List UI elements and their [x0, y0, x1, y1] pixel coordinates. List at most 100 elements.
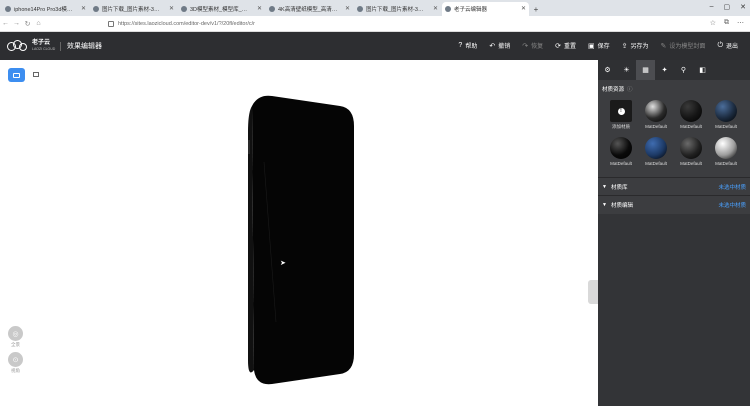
browser-tab-title: 3D模型素材_模型库_在线展示… [190, 7, 251, 13]
effects-icon: ✦ [661, 67, 668, 74]
logo: 老子云 LAOZI CLOUD [7, 39, 55, 53]
3d-viewport[interactable]: ➤ ◎ 全景 ⊙ 视角 [0, 60, 598, 406]
redo-icon: ↷ [522, 42, 529, 50]
add-material-button[interactable]: ! 添加材质 [604, 100, 638, 130]
location-icon: ⚲ [680, 67, 687, 74]
panel-collapse-handle[interactable] [588, 280, 598, 304]
favicon-icon [5, 6, 11, 12]
save-button[interactable]: ▣ 保存 [588, 41, 610, 51]
panel-tab-settings-icon[interactable]: ⚙ [598, 60, 617, 80]
split-view-button[interactable] [32, 70, 40, 78]
accordion-action[interactable]: 未选中材质 [718, 201, 746, 209]
panel-tab-location-icon[interactable]: ⚲ [674, 60, 693, 80]
exit-button[interactable]: ⏻ 退出 [717, 41, 738, 51]
material-label: MatDefault [715, 161, 737, 166]
favicon-icon [93, 6, 99, 12]
browser-tab[interactable]: 图片下载_图片素材-3D模型… ✕ [354, 2, 441, 16]
panel-tab-layers-icon[interactable]: ◧ [693, 60, 712, 80]
panel-tab-effects-icon[interactable]: ✦ [655, 60, 674, 80]
settings-icon: ⚙ [604, 67, 611, 74]
material-thumbnail[interactable]: MatDefault [674, 137, 708, 166]
help-icon[interactable]: ⓘ [627, 87, 633, 93]
set-cover-label: 设为模型封面 [669, 44, 706, 50]
material-thumbnail[interactable]: MatDefault [709, 137, 743, 166]
material-sphere [645, 137, 667, 159]
material-thumbnail[interactable]: MatDefault [604, 137, 638, 166]
new-tab-button[interactable]: + [530, 2, 542, 16]
browser-tab[interactable]: 3D模型素材_模型库_在线展示… ✕ [178, 2, 265, 16]
app-toolbar: 老子云 LAOZI CLOUD 效果编辑器 ? 帮助 ↶ 撤销 ↷ 恢复 ⟳ 重置 ▣ 保存 ⇪ 另存… [0, 32, 750, 60]
browser-tab[interactable]: 老子云编辑器 ✕ [442, 2, 529, 16]
close-tab-icon[interactable]: ✕ [345, 5, 350, 12]
panel-tab-light-icon[interactable]: ☀ [617, 60, 636, 80]
close-tab-icon[interactable]: ✕ [433, 5, 438, 12]
caret-down-icon: ▼ [602, 201, 607, 208]
save-icon: ▣ [588, 42, 595, 50]
browser-tab[interactable]: iphone14Pro Pro3d模型 者… ✕ [2, 2, 89, 16]
close-tab-icon[interactable]: ✕ [81, 5, 86, 12]
phone-model[interactable] [244, 92, 356, 386]
material-sphere [715, 137, 737, 159]
set-cover-button[interactable]: ✎ 设为模型封面 [661, 41, 706, 51]
save-as-button[interactable]: ⇪ 另存为 [622, 41, 649, 51]
material-label: MatDefault [645, 124, 667, 129]
app-title: 效果编辑器 [60, 42, 102, 51]
help-label: 帮助 [465, 44, 478, 50]
material-thumbnail[interactable]: MatDefault [639, 137, 673, 166]
material-label: MatDefault [610, 161, 632, 166]
redo-button[interactable]: ↷ 恢复 [522, 41, 544, 51]
accordion-label: 材质编辑 [610, 202, 633, 209]
lock-icon [108, 21, 114, 27]
minimize-icon[interactable]: – [710, 3, 714, 11]
material-grid: ! 添加材质 MatDefault MatDefault MatDefault MatDe… [604, 100, 746, 166]
back-icon[interactable]: ← [0, 20, 11, 27]
logo-mark [7, 39, 29, 53]
browser-tab[interactable]: 图片下载_图片素材-3D模型… ✕ [90, 2, 177, 16]
reset-label: 重置 [564, 44, 577, 50]
panel-tab-material-icon[interactable]: ▦ [636, 60, 655, 80]
material-thumbnail[interactable]: MatDefault [639, 100, 673, 130]
url-field[interactable]: https://sites.laozicloud.com/editor-dev/… [108, 19, 528, 29]
monitor-icon [13, 72, 20, 78]
mouse-cursor-icon: ➤ [280, 260, 286, 267]
browser-tab-title: 图片下载_图片素材-3D模型… [102, 7, 163, 13]
exit-label: 退出 [725, 44, 738, 50]
toolbar-actions: ? 帮助 ↶ 撤销 ↷ 恢复 ⟳ 重置 ▣ 保存 ⇪ 另存为 ✎ 设为模型封面 ⏻ 退出 [458, 41, 738, 51]
reset-button[interactable]: ⟳ 重置 [555, 41, 577, 51]
accordion-action[interactable]: 未选中材质 [718, 183, 746, 191]
browser-tab[interactable]: 4K高清壁纸模型_高清壁纸模型… ✕ [266, 2, 353, 16]
view-angle-label: 视角 [11, 368, 20, 373]
camera-icon: ⊙ [8, 352, 23, 367]
material-sphere [610, 137, 632, 159]
reload-icon[interactable]: ↻ [22, 20, 33, 28]
home-icon[interactable]: ⌂ [33, 20, 44, 27]
undo-button[interactable]: ↶ 撤销 [489, 41, 510, 51]
star-icon[interactable]: ☆ [710, 19, 716, 27]
menu-icon[interactable]: ⋯ [737, 19, 744, 27]
extensions-icon[interactable]: ⧉ [724, 19, 729, 27]
address-bar: ← → ↻ ⌂ https://sites.laozicloud.com/edi… [0, 16, 750, 32]
accordion-material-library[interactable]: ▼ 材质库 未选中材质 [598, 177, 750, 195]
material-thumbnail[interactable]: MatDefault [674, 100, 708, 130]
eye-icon: ◎ [8, 326, 23, 341]
close-tab-icon[interactable]: ✕ [169, 5, 174, 12]
help-button[interactable]: ? 帮助 [458, 41, 477, 50]
favicon-icon [357, 6, 363, 12]
close-tab-icon[interactable]: ✕ [521, 5, 526, 12]
favicon-icon [445, 6, 451, 12]
panorama-toggle[interactable]: ◎ 全景 [7, 326, 24, 348]
material-sphere [715, 100, 737, 122]
browser-tab-title: 图片下载_图片素材-3D模型… [366, 7, 427, 13]
redo-label: 恢复 [531, 44, 544, 50]
accordion-material-edit[interactable]: ▼ 材质编辑 未选中材质 [598, 195, 750, 213]
material-sphere [680, 137, 702, 159]
material-thumbnail[interactable]: MatDefault [709, 100, 743, 130]
close-tab-icon[interactable]: ✕ [257, 5, 262, 12]
forward-icon[interactable]: → [11, 20, 22, 27]
close-window-icon[interactable]: ✕ [740, 3, 746, 11]
maximize-icon[interactable]: ▢ [724, 3, 731, 11]
view-angle-toggle[interactable]: ⊙ 视角 [7, 352, 24, 374]
single-view-button[interactable] [8, 68, 25, 82]
save-as-label: 另存为 [630, 44, 649, 50]
favicon-icon [181, 6, 187, 12]
